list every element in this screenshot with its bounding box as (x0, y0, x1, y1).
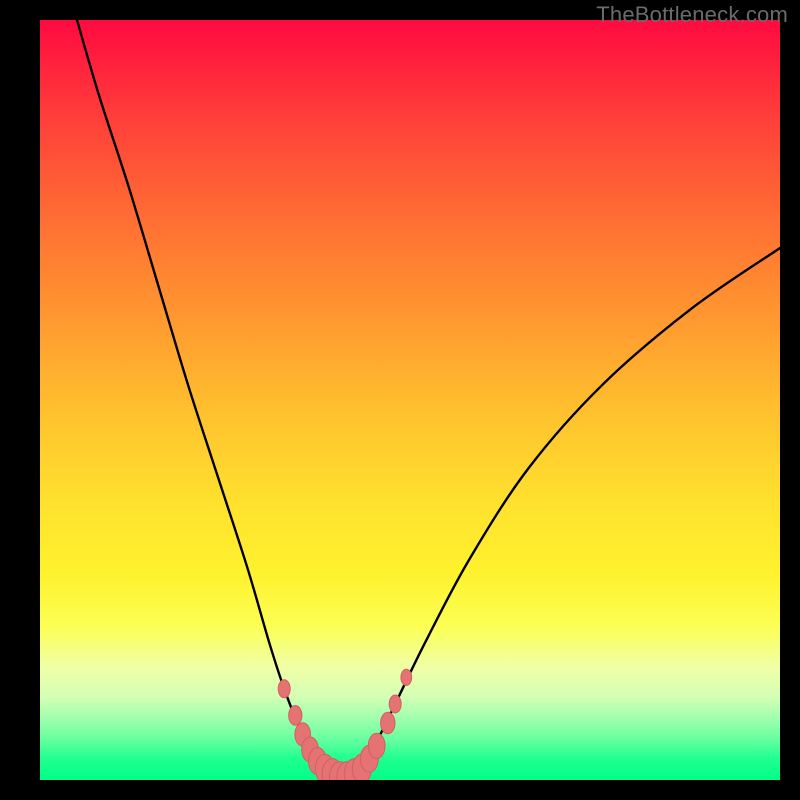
curve-markers (278, 669, 411, 780)
marker-point (401, 669, 412, 685)
watermark-text: TheBottleneck.com (596, 2, 788, 28)
plot-area (40, 20, 780, 780)
marker-point (368, 733, 385, 758)
marker-point (389, 695, 401, 713)
chart-svg (40, 20, 780, 780)
chart-frame: TheBottleneck.com (0, 0, 800, 800)
marker-point (278, 680, 290, 698)
marker-point (289, 706, 302, 726)
marker-point (381, 712, 395, 734)
bottleneck-curve (77, 20, 780, 780)
